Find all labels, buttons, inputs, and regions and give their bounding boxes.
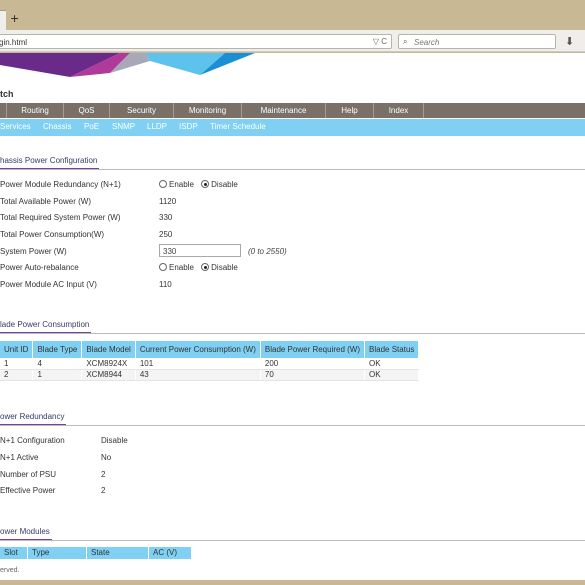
menu-item-help[interactable]: Help	[326, 103, 374, 118]
menu-item-qos[interactable]: QoS	[64, 103, 110, 118]
menu-item-maintenance[interactable]: Maintenance	[242, 103, 326, 118]
table-cell: 200	[260, 358, 366, 370]
web-page: tch Routing QoS Security Monitoring Main…	[0, 53, 585, 580]
radio-label: Disable	[211, 180, 238, 189]
table-row: 1 4 XCM8924X 101 200 OK	[0, 358, 420, 370]
redundancy-disable-radio[interactable]	[201, 180, 210, 188]
required-power-value: 330	[159, 213, 173, 222]
column-header: Unit ID	[0, 341, 34, 358]
radio-label: Enable	[169, 263, 194, 272]
effective-power-value: 2	[101, 486, 106, 495]
submenu-item-isdp[interactable]: ISDP	[179, 122, 198, 131]
blade-power-title: lade Power Consumption	[0, 320, 92, 334]
search-placeholder: Search	[414, 38, 440, 47]
submenu-item-chassis[interactable]: Chassis	[43, 122, 71, 131]
table-cell: XCM8924X	[81, 358, 136, 370]
power-modules-table-header: Slot Type State AC (V)	[0, 547, 192, 559]
table-cell: 4	[32, 358, 83, 370]
search-icon: ⌕	[403, 37, 408, 46]
auto-rebalance-label: Power Auto-rebalance	[0, 263, 79, 272]
effective-power-label: Effective Power	[0, 486, 56, 495]
reload-icon[interactable]: ▽ C	[373, 37, 387, 46]
chassis-power-title: hassis Power Configuration	[0, 156, 100, 170]
table-cell: 43	[135, 369, 261, 381]
table-cell: 1	[32, 369, 83, 381]
blade-power-table: Unit ID Blade Type Blade Model Current P…	[0, 341, 420, 381]
app-title: tch	[0, 89, 14, 99]
table-header-row: Unit ID Blade Type Blade Model Current P…	[0, 341, 420, 358]
redundancy-label: Power Module Redundancy (N+1)	[0, 180, 121, 189]
power-modules-title: ower Modules	[0, 527, 52, 541]
section-divider	[0, 540, 585, 541]
auto-rebalance-disable-radio[interactable]	[201, 263, 210, 271]
redundancy-enable-radio[interactable]	[159, 180, 167, 188]
n1-config-label: N+1 Configuration	[0, 436, 65, 445]
browser-nav-bar: gin.html ▽ C ⌕ Search ⬇	[0, 30, 585, 52]
column-header: Blade Status	[364, 341, 420, 358]
table-cell: 1	[0, 358, 34, 370]
column-header: State	[87, 547, 149, 559]
power-consumption-label: Total Power Consumption(W)	[0, 230, 105, 239]
menu-item-security[interactable]: Security	[110, 103, 174, 118]
menu-item-routing[interactable]: Routing	[7, 103, 64, 118]
table-row: 2 1 XCM8944 43 70 OK	[0, 369, 420, 381]
address-text: gin.html	[0, 38, 28, 47]
n1-active-label: N+1 Active	[0, 453, 39, 462]
submenu-item-services[interactable]: Services	[0, 122, 31, 131]
submenu-item-lldp[interactable]: LLDP	[147, 122, 167, 131]
sub-menu: Services Chassis PoE SNMP LLDP ISDP Time…	[0, 119, 585, 136]
submenu-item-timer-schedule[interactable]: Timer Schedule	[210, 122, 266, 131]
address-bar[interactable]: gin.html ▽ C	[0, 34, 392, 49]
browser-tab[interactable]	[0, 10, 6, 30]
search-box[interactable]: ⌕ Search	[398, 34, 556, 49]
submenu-item-snmp[interactable]: SNMP	[112, 122, 135, 131]
radio-label: Disable	[211, 263, 238, 272]
copyright-footer: erved.	[0, 567, 20, 574]
table-cell: 70	[260, 369, 366, 381]
table-cell: XCM8944	[81, 369, 136, 381]
main-menu: Routing QoS Security Monitoring Maintena…	[0, 103, 585, 118]
menu-item-monitoring[interactable]: Monitoring	[174, 103, 242, 118]
available-power-label: Total Available Power (W)	[0, 197, 91, 206]
section-divider	[0, 333, 585, 334]
brand-banner	[0, 53, 255, 77]
power-consumption-value: 250	[159, 230, 173, 239]
psu-count-label: Number of PSU	[0, 470, 57, 479]
system-power-label: System Power (W)	[0, 247, 67, 256]
column-header: Blade Power Required (W)	[260, 341, 366, 358]
ac-input-value: 110	[159, 280, 172, 289]
table-cell: OK	[364, 358, 420, 370]
redundancy-radio-group: Enable Disable	[159, 180, 238, 189]
table-cell: 2	[0, 369, 34, 381]
radio-label: Enable	[169, 180, 194, 189]
system-power-input[interactable]: 330	[159, 244, 241, 257]
browser-tab-bar: +	[0, 0, 585, 30]
auto-rebalance-enable-radio[interactable]	[159, 263, 167, 271]
section-divider	[0, 425, 585, 426]
column-header: Slot	[0, 547, 28, 559]
browser-bottom-edge	[0, 580, 585, 585]
psu-count-value: 2	[101, 470, 106, 479]
menu-item-index[interactable]: Index	[374, 103, 424, 118]
table-cell: 101	[135, 358, 261, 370]
n1-config-value: Disable	[101, 436, 128, 445]
auto-rebalance-radio-group: Enable Disable	[159, 263, 238, 272]
submenu-item-poe[interactable]: PoE	[84, 122, 99, 131]
column-header: AC (V)	[149, 547, 192, 559]
system-power-hint: (0 to 2550)	[248, 247, 287, 256]
n1-active-value: No	[101, 453, 112, 462]
download-icon[interactable]: ⬇	[565, 35, 574, 48]
column-header: Blade Type	[32, 341, 83, 358]
table-cell: OK	[364, 369, 420, 381]
column-header: Blade Model	[81, 341, 136, 358]
power-redundancy-title: ower Redundancy	[0, 412, 67, 426]
required-power-label: Total Required System Power (W)	[0, 213, 121, 222]
ac-input-label: Power Module AC Input (V)	[0, 280, 97, 289]
section-divider	[0, 169, 585, 170]
column-header: Type	[28, 547, 87, 559]
new-tab-button[interactable]: +	[10, 12, 19, 25]
column-header: Current Power Consumption (W)	[135, 341, 261, 358]
menu-item-system[interactable]	[0, 103, 7, 118]
available-power-value: 1120	[159, 197, 177, 206]
